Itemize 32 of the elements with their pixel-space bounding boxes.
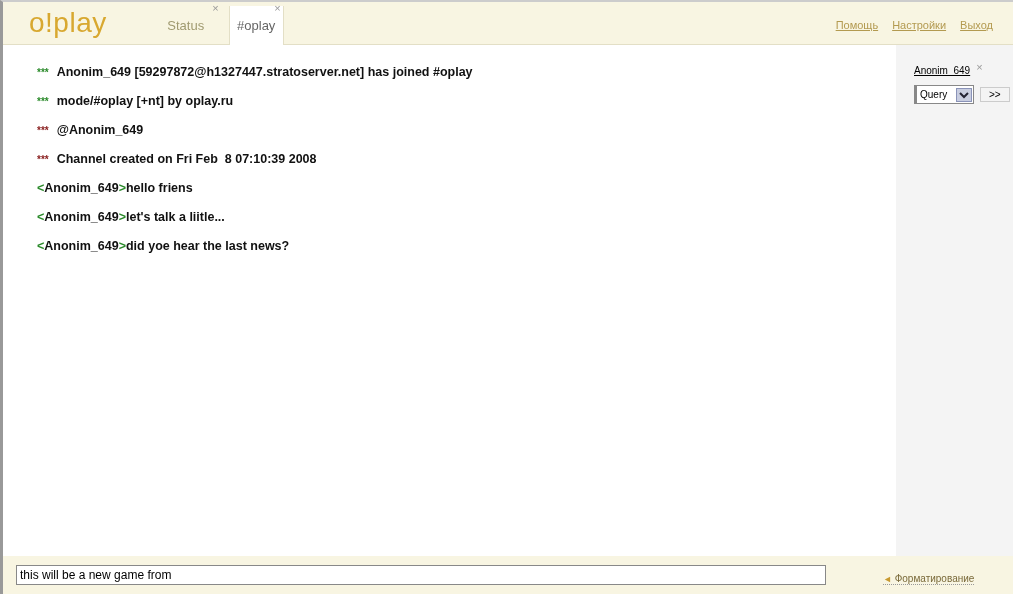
message-text: did yoe hear the last news? [125,239,290,253]
message-text: let's talk a liitle... [125,210,225,224]
nickname: Anonim_649 [44,181,119,195]
system-marker: *** [37,67,49,78]
go-button[interactable]: >> [980,87,1010,102]
nickname: Anonim_649 [44,239,119,253]
formatting-link[interactable]: ◄ Форматирование [883,573,975,585]
header-link[interactable]: Помощь [835,19,879,31]
header-link[interactable]: Настройки [892,19,947,31]
nickname: Anonim_649 [44,210,119,224]
user-link[interactable]: Anonim_649 [914,65,971,76]
message-text: @Anonim_649 [56,123,144,137]
message-text: hello friens [125,181,193,195]
dropdown-icon[interactable] [956,87,972,102]
nick-bracket: > [118,210,126,224]
message-text: mode/#oplay [+nt] by oplay.ru [56,94,234,108]
system-marker: *** [37,154,49,165]
system-marker: *** [37,96,49,107]
nick-bracket: > [118,239,126,253]
channel-tab[interactable]: #oplay × [228,6,284,45]
close-icon[interactable]: × [976,61,983,73]
action-select[interactable]: Query [914,85,974,104]
message-text: Channel created on Fri Feb 8 07:10:39 2008 [56,152,317,166]
message-text: Anonim_649 [59297872@h1327447.stratoserver.net] has joined #oplay [56,65,473,79]
nick-bracket: < [37,181,45,195]
nick-bracket: < [37,210,45,224]
system-marker: *** [37,125,49,136]
nick-bracket: > [118,181,126,195]
header-link[interactable]: Выход [960,19,993,31]
nick-bracket: < [37,239,45,253]
logo: o!play [29,7,107,39]
message-input[interactable]: this will be a new game from [16,565,826,585]
